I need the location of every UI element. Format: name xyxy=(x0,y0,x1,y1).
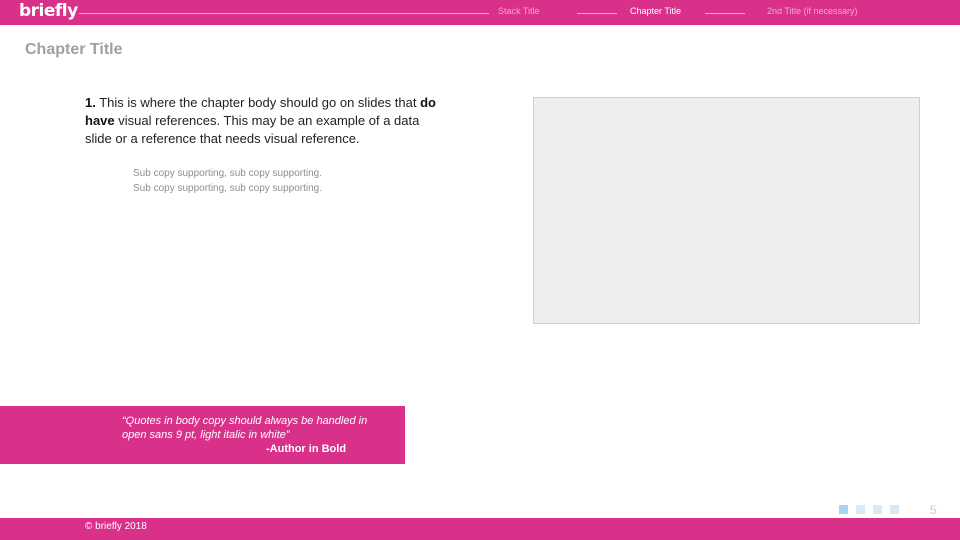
nav-chapter-title[interactable]: Chapter Title xyxy=(630,6,681,16)
nav-divider-line xyxy=(577,13,617,14)
body-number: 1. xyxy=(85,95,96,110)
sub-copy-line: Sub copy supporting, sub copy supporting… xyxy=(133,168,323,179)
progress-square xyxy=(890,505,899,514)
quote-text: “Quotes in body copy should always be ha… xyxy=(122,415,368,441)
nav-stack-title[interactable]: Stack Title xyxy=(498,6,540,16)
nav-divider-line xyxy=(79,13,489,14)
top-bar: briefly Stack Title Chapter Title 2nd Ti… xyxy=(0,0,960,25)
nav-second-title[interactable]: 2nd Title (if necessary) xyxy=(767,6,858,16)
copyright-text: © briefly 2018 xyxy=(85,521,147,532)
body-text-part-2: visual references. This may be an exampl… xyxy=(85,113,420,146)
page-title: Chapter Title xyxy=(25,41,123,58)
nav-divider-line xyxy=(705,13,745,14)
progress-square xyxy=(873,505,882,514)
progress-square xyxy=(856,505,865,514)
page-number: 5 xyxy=(930,503,937,517)
progress-square xyxy=(839,505,848,514)
briefly-logo: briefly xyxy=(19,1,78,21)
sub-copy-line: Sub copy supporting, sub copy supporting… xyxy=(133,183,323,194)
quote-author: -Author in Bold xyxy=(266,443,347,455)
visual-reference-placeholder xyxy=(533,97,920,324)
chapter-body-text: 1. This is where the chapter body should… xyxy=(85,94,445,148)
sub-copy: Sub copy supporting, sub copy supporting… xyxy=(133,166,413,196)
body-text-part-1: This is where the chapter body should go… xyxy=(95,95,421,110)
